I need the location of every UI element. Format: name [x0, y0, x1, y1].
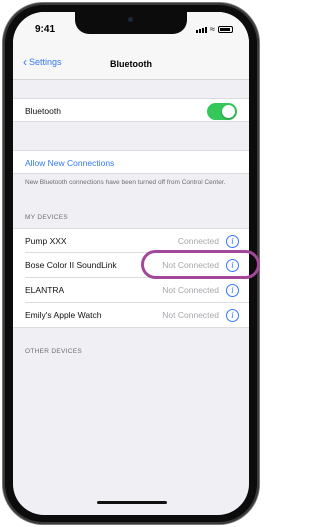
my-devices-header: MY DEVICES: [25, 214, 68, 221]
device-status: Connected: [177, 236, 219, 246]
page-title: Bluetooth: [110, 59, 152, 69]
device-status: Not Connected: [162, 310, 219, 320]
device-name: ELANTRA: [25, 285, 65, 295]
signal-icon: [196, 27, 208, 33]
info-icon[interactable]: i: [226, 235, 239, 248]
other-devices-header: OTHER DEVICES: [25, 348, 82, 355]
device-status: Not Connected: [162, 285, 219, 295]
toggle-knob: [222, 105, 235, 118]
bluetooth-toggle[interactable]: [207, 103, 237, 120]
device-name: Pump XXX: [25, 236, 67, 246]
home-indicator: [97, 501, 167, 504]
info-icon[interactable]: i: [226, 284, 239, 297]
bluetooth-footnote: New Bluetooth connections have been turn…: [25, 179, 226, 186]
device-name: Emily's Apple Watch: [25, 310, 102, 320]
status-time: 9:41: [35, 24, 56, 35]
camera-dot: [128, 17, 133, 22]
navigation-bar: ‹ Settings Bluetooth: [13, 50, 249, 80]
wifi-icon: ≈: [210, 24, 215, 34]
highlight-annotation: [141, 250, 260, 279]
status-icons: ≈: [196, 24, 233, 34]
battery-icon: [218, 26, 233, 33]
device-name: Bose Color II SoundLink: [25, 260, 117, 270]
bluetooth-label: Bluetooth: [25, 106, 61, 116]
device-row[interactable]: ELANTRA Not Connected i: [13, 278, 249, 303]
device-row[interactable]: Emily's Apple Watch Not Connected i: [13, 303, 249, 328]
bluetooth-row: Bluetooth: [13, 98, 249, 122]
info-icon[interactable]: i: [226, 309, 239, 322]
allow-connections-row[interactable]: Allow New Connections: [13, 150, 249, 174]
notch: [75, 12, 187, 34]
allow-connections-link[interactable]: Allow New Connections: [25, 158, 114, 168]
